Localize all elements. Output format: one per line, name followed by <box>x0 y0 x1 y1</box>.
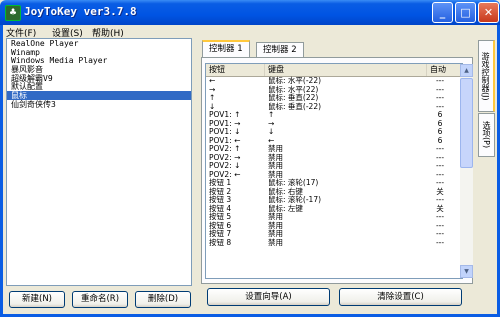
cell-keyboard: 鼠标: 垂直(-22) <box>268 101 322 111</box>
profile-item[interactable]: 默认配置 <box>7 82 191 92</box>
scroll-thumb[interactable] <box>460 78 473 168</box>
clear-settings-button[interactable]: 清除设置(C) <box>339 288 462 306</box>
profile-item[interactable]: 暴风影音 <box>7 65 191 74</box>
scroll-up-icon[interactable]: ▲ <box>460 64 473 77</box>
table-row[interactable]: 按钮 7 禁用 --- <box>206 229 462 239</box>
rename-profile-button[interactable]: 重命名(R) <box>72 291 128 308</box>
table-row[interactable]: POV1: → → 6 <box>206 119 462 129</box>
table-row[interactable]: POV2: ↑ 禁用 --- <box>206 144 462 154</box>
maximize-button[interactable]: □ <box>455 2 476 23</box>
profile-item[interactable]: RealOne Player <box>7 39 191 48</box>
table-row[interactable]: POV2: ← 禁用 --- <box>206 170 462 180</box>
table-row[interactable]: POV1: ↓ ↓ 6 <box>206 127 462 137</box>
profile-list[interactable]: RealOne Player Winamp Windows Media Play… <box>6 38 192 286</box>
table-row[interactable]: POV1: ↑ ↑ 6 <box>206 110 462 120</box>
cell-auto: --- <box>435 237 445 247</box>
cell-keyboard: 禁用 <box>268 237 283 247</box>
header-keyboard[interactable]: 键盘 <box>265 64 427 76</box>
tab-controller-1[interactable]: 控制器 1 <box>202 40 250 58</box>
minimize-button[interactable]: _ <box>432 2 453 23</box>
table-row[interactable]: 按钮 5 禁用 --- <box>206 212 462 222</box>
profile-item[interactable]: Winamp <box>7 48 191 57</box>
table-row[interactable]: 按钮 2 鼠标: 右键关 <box>206 187 462 197</box>
setup-wizard-button[interactable]: 设置向导(A) <box>207 288 330 306</box>
header-auto[interactable]: 自动 <box>427 64 462 76</box>
profile-item[interactable]: 仙剑奇侠传3 <box>7 100 191 109</box>
mapping-grid[interactable]: 按钮 键盘 自动 ← 鼠标: 水平(-22) --- → 鼠标: 水平(22) --- … <box>205 63 463 279</box>
table-row[interactable]: ← 鼠标: 水平(-22) --- <box>206 76 462 86</box>
menu-bar: 文件(F) 设置(S) 帮助(H) <box>0 25 500 39</box>
table-row[interactable]: POV2: ↓ 禁用 --- <box>206 161 462 171</box>
title-bar[interactable]: ♣ JoyToKey ver3.7.8 _ □ ✕ <box>0 0 500 25</box>
table-row[interactable]: ↑ 鼠标: 垂直(22) --- <box>206 93 462 103</box>
new-profile-button[interactable]: 新建(N) <box>9 291 65 308</box>
header-button[interactable]: 按钮 <box>206 64 265 76</box>
grid-scrollbar[interactable]: ▲ ▼ <box>460 64 473 278</box>
table-row[interactable]: 按钮 8 禁用 --- <box>206 237 462 248</box>
cell-button: 按钮 8 <box>209 237 232 247</box>
grid-header: 按钮 键盘 自动 <box>206 64 462 77</box>
table-row[interactable]: 按钮 3 鼠标: 滚轮(-17) --- <box>206 195 462 205</box>
tab-controller-2[interactable]: 控制器 2 <box>256 42 304 57</box>
profile-item-selected[interactable]: 鼠标 <box>7 91 191 100</box>
tab-options[interactable]: 选项(P) <box>478 113 495 157</box>
close-button[interactable]: ✕ <box>478 2 499 23</box>
table-row[interactable]: 按钮 1 鼠标: 滚轮(17) --- <box>206 178 462 188</box>
table-row[interactable]: 按钮 4 鼠标: 左键关 <box>206 204 462 214</box>
tab-game-controller[interactable]: 游戏控制器(J) <box>478 40 495 112</box>
grid-rows: ← 鼠标: 水平(-22) --- → 鼠标: 水平(22) --- ↑ 鼠标: 垂直(2… <box>206 76 462 248</box>
table-row[interactable]: → 鼠标: 水平(22) --- <box>206 85 462 95</box>
app-icon: ♣ <box>5 5 21 21</box>
scroll-down-icon[interactable]: ▼ <box>460 265 473 278</box>
window-title: JoyToKey ver3.7.8 <box>24 5 137 18</box>
profile-item[interactable]: Windows Media Player <box>7 56 191 66</box>
table-row[interactable]: ↓ 鼠标: 垂直(-22) --- <box>206 101 462 112</box>
delete-profile-button[interactable]: 删除(D) <box>135 291 191 308</box>
table-row[interactable]: POV1: ← ← 6 <box>206 136 462 146</box>
table-row[interactable]: POV2: → 禁用 --- <box>206 153 462 163</box>
table-row[interactable]: 按钮 6 禁用 --- <box>206 221 462 231</box>
